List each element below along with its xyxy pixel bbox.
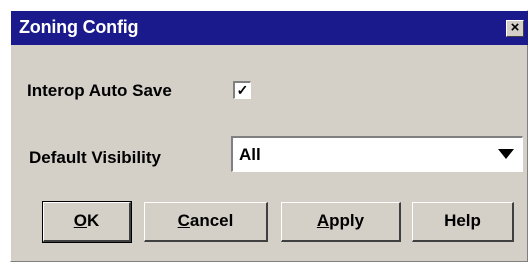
help-button[interactable]: Help [412,202,514,242]
interop-auto-save-checkbox[interactable]: ✓ [233,81,251,99]
window-title: Zoning Config [19,17,139,37]
dropdown-arrow-icon[interactable] [498,149,514,159]
default-visibility-value: All [239,145,261,164]
close-button[interactable]: × [506,20,524,37]
apply-label-rest: pply [329,211,365,230]
ok-mnemonic: O [73,211,87,230]
titlebar[interactable]: Zoning Config × [11,11,528,45]
apply-mnemonic: A [316,211,330,230]
apply-button[interactable]: Apply [281,202,401,242]
default-visibility-dropdown[interactable]: All [231,136,523,172]
cancel-label-rest: ancel [189,211,234,230]
interop-auto-save-label: Interop Auto Save [27,81,172,100]
ok-label-rest: K [86,211,100,230]
cancel-mnemonic: C [177,211,190,230]
default-visibility-label: Default Visibility [29,148,161,167]
close-icon: × [510,19,520,36]
cancel-button[interactable]: Cancel [144,202,268,242]
zoning-config-dialog: Zoning Config × Interop Auto Save ✓ Defa… [10,10,528,262]
checkmark-icon: ✓ [236,82,249,98]
help-label: Help [444,211,481,230]
ok-button[interactable]: OK [42,201,132,243]
